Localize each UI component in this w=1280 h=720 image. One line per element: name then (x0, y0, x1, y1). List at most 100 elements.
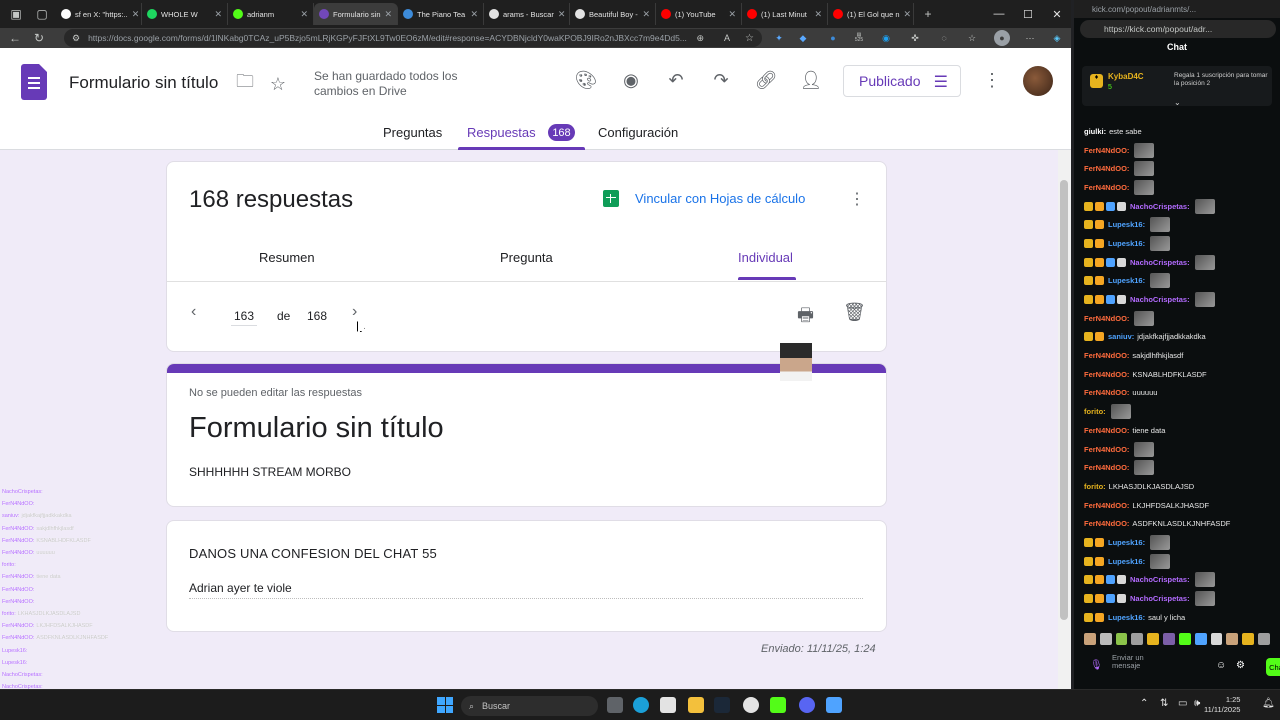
close-tab-icon[interactable]: ✕ (381, 9, 393, 20)
task-view-icon[interactable] (607, 697, 623, 713)
close-tab-icon[interactable]: ✕ (466, 9, 478, 20)
emote-icon[interactable] (1226, 633, 1239, 645)
volume-icon[interactable]: 🕪︎ (1194, 698, 1200, 709)
chat-username[interactable]: Lupesk16: (1108, 538, 1145, 547)
link-icon[interactable]: 🔗︎ (754, 68, 778, 92)
browser-tab[interactable]: adrianm ✕ (228, 3, 314, 25)
star-icon[interactable]: ☆ (266, 72, 290, 96)
chat-message[interactable]: forito: (1084, 402, 1278, 421)
close-tab-icon[interactable]: ✕ (554, 9, 566, 20)
chat-username[interactable]: FerN4NdOO: (1084, 164, 1129, 173)
scrollbar-thumb[interactable] (1060, 180, 1068, 620)
store-icon[interactable] (660, 697, 676, 713)
form-title[interactable]: Formulario sin título (69, 73, 218, 93)
extension-icon[interactable]: ◉ (878, 30, 894, 46)
chat-username[interactable]: FerN4NdOO: (1084, 351, 1129, 360)
tab-settings[interactable]: Configuración (598, 125, 678, 140)
close-tab-icon[interactable]: ✕ (638, 9, 650, 20)
close-tab-icon[interactable]: ✕ (900, 9, 912, 20)
chat-message[interactable]: NachoCrispetas: (1084, 571, 1278, 590)
site-info-icon[interactable]: ⚙ (72, 33, 80, 44)
chat-username[interactable]: FerN4NdOO: (1084, 501, 1129, 510)
url-field[interactable]: ⚙ https://docs.google.com/forms/d/1lNKab… (64, 29, 762, 47)
chat-message[interactable]: FerN4NdOO: sakjdlhfhkjlasdf (1084, 346, 1278, 365)
preview-eye-icon[interactable]: ◉ (619, 68, 643, 92)
browser-menu-icon[interactable]: ▣ (6, 4, 26, 24)
chrome-icon[interactable] (743, 697, 759, 713)
profile-icon[interactable]: ● (994, 30, 1010, 46)
chat-username[interactable]: FerN4NdOO: (1084, 463, 1129, 472)
chat-username[interactable]: FerN4NdOO: (1084, 314, 1129, 323)
browser-tab[interactable]: WHOLE W ✕ (142, 3, 228, 25)
notepad-icon[interactable] (826, 697, 842, 713)
chat-message[interactable]: FerN4NdOO: (1084, 458, 1278, 477)
delete-icon[interactable]: 🗑︎ (843, 302, 866, 323)
chat-username[interactable]: FerN4NdOO: (1084, 388, 1129, 397)
print-icon[interactable]: 🖶︎ (797, 303, 814, 333)
chat-message[interactable]: FerN4NdOO: ASDFKNLASDLKJNHFASDF (1084, 514, 1278, 533)
browser-tab[interactable]: arams - Buscar ✕ (484, 3, 570, 25)
chat-username[interactable]: NachoCrispetas: (1130, 575, 1190, 584)
emote-icon[interactable] (1131, 633, 1144, 645)
emote-icon[interactable] (1242, 633, 1255, 645)
add-collaborator-icon[interactable]: 👤︎ (799, 68, 823, 92)
chat-username[interactable]: FerN4NdOO: (1084, 445, 1129, 454)
more-options-icon[interactable]: ⋮ (849, 189, 865, 209)
display-icon[interactable]: ▭ (1178, 698, 1187, 709)
browser-tab[interactable]: sf en X: "https:.. ✕ (56, 3, 142, 25)
chat-message[interactable]: NachoCrispetas: (1084, 589, 1278, 608)
emote-icon[interactable] (1147, 633, 1160, 645)
more-options-icon[interactable]: ⋮ (980, 68, 1004, 92)
chat-username[interactable]: FerN4NdOO: (1084, 426, 1129, 435)
chat-message[interactable]: Lupesk16: (1084, 234, 1278, 253)
edge-icon[interactable] (633, 697, 649, 713)
bookmark-star-icon[interactable]: ☆ (745, 33, 754, 44)
chat-username[interactable]: Lupesk16: (1108, 557, 1145, 566)
close-tab-icon[interactable]: ✕ (128, 9, 140, 20)
emote-picker-icon[interactable]: ☺ (1216, 660, 1226, 671)
browser-tab[interactable]: Formulario sin ✕ (314, 3, 398, 25)
emote-icon[interactable] (1258, 633, 1270, 645)
tab-responses[interactable]: Respuestas (467, 125, 536, 140)
chevron-down-icon[interactable]: ⌄ (1174, 98, 1181, 107)
emote-icon[interactable] (1178, 633, 1191, 645)
chat-message[interactable]: Lupesk16: (1084, 215, 1278, 234)
forms-logo-icon[interactable] (21, 64, 47, 100)
chat-username[interactable]: Lupesk16: (1108, 276, 1145, 285)
close-tab-icon[interactable]: ✕ (724, 9, 736, 20)
back-icon[interactable]: ← (6, 29, 24, 47)
kick-app-icon[interactable] (770, 697, 786, 713)
chat-message[interactable]: FerN4NdOO: LKJHFDSALKJHASDF (1084, 496, 1278, 515)
chat-username[interactable]: NachoCrispetas: (1130, 295, 1190, 304)
chat-username[interactable]: Lupesk16: (1108, 613, 1145, 622)
browser-tab[interactable]: (1) YouTube ✕ (656, 3, 742, 25)
emote-icon[interactable] (1210, 633, 1223, 645)
chat-username[interactable]: forito: (1084, 407, 1106, 416)
chat-username[interactable]: NachoCrispetas: (1130, 258, 1190, 267)
chat-message[interactable]: NachoCrispetas: (1084, 290, 1278, 309)
emote-icon[interactable] (1099, 633, 1112, 645)
chat-message[interactable]: saniuv: jdjakfkajfjjadkkakdka (1084, 328, 1278, 347)
chat-username[interactable]: Lupesk16: (1108, 220, 1145, 229)
notification-icon[interactable]: 🔔︎ (1262, 698, 1275, 709)
response-number-input[interactable] (231, 306, 257, 326)
browser-tab[interactable]: (1) El Gol que n ✕ (828, 3, 914, 25)
close-tab-icon[interactable]: ✕ (810, 9, 822, 20)
chat-message[interactable]: giulki: este sabe (1084, 122, 1278, 141)
microphone-icon[interactable]: 🎙︎ (1090, 660, 1103, 671)
windows-start-icon[interactable] (437, 697, 453, 713)
palette-icon[interactable]: 🎨︎ (574, 68, 598, 92)
read-aloud-icon[interactable]: A (724, 33, 730, 43)
discord-icon[interactable] (799, 697, 815, 713)
extension-icon[interactable]: ● (825, 30, 841, 46)
tab-questions[interactable]: Preguntas (383, 125, 442, 140)
chat-message[interactable]: Lupesk16: (1084, 272, 1278, 291)
chat-username[interactable]: Lupesk16: (1108, 239, 1145, 248)
subtab-question[interactable]: Pregunta (500, 250, 553, 265)
folder-icon[interactable]: 🗀 (233, 71, 257, 96)
file-explorer-icon[interactable] (688, 697, 704, 713)
scrollbar[interactable] (1058, 150, 1071, 689)
publish-button[interactable]: Publicado ☰ (843, 65, 961, 97)
chat-username[interactable]: FerN4NdOO: (1084, 519, 1129, 528)
link-sheets-button[interactable]: Vincular con Hojas de cálculo (603, 190, 805, 207)
